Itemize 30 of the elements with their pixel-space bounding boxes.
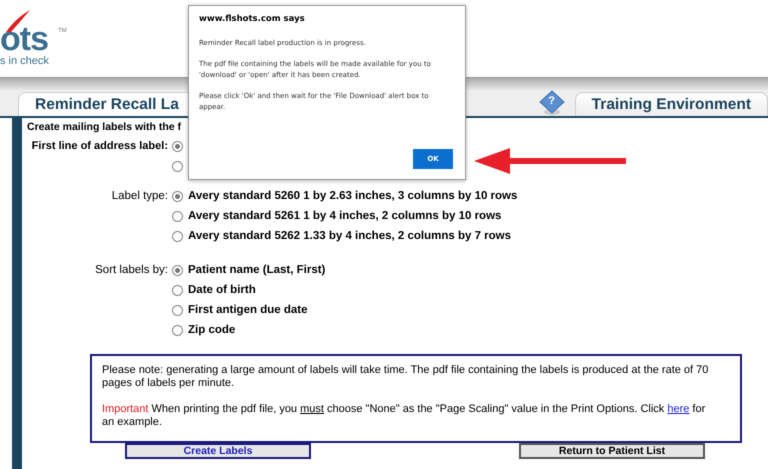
tab[interactable]: Training Environment <box>574 92 768 116</box>
option-label[interactable]: Avery standard 5261 1 by 4 inches, 2 columns by 10 rows <box>188 210 502 222</box>
note-text: Please note: generating a large amount of labels will take time. The pdf file containing the labels is produced at the rate of 70 pages of labels per minute. <box>102 364 710 390</box>
dialog-title: www.flshots.com says <box>199 14 306 24</box>
radio-button[interactable] <box>172 140 183 152</box>
logo-tagline: s in check <box>0 56 49 67</box>
radio-button[interactable] <box>172 210 183 222</box>
field-label: Label type: <box>110 189 169 204</box>
radio-button[interactable] <box>172 230 183 242</box>
option-label[interactable]: Date of birth <box>188 284 256 296</box>
radio-button[interactable] <box>172 324 183 336</box>
option-label[interactable]: Patient name (Last, First) <box>188 264 326 276</box>
radio-button[interactable] <box>172 284 183 296</box>
intro-text: Create mailing labels with the f <box>27 121 182 133</box>
radio-button[interactable] <box>172 160 183 172</box>
create-labels-button[interactable]: Create Labels <box>125 443 311 459</box>
option-label[interactable]: Zip code <box>188 324 236 336</box>
radio-button[interactable] <box>172 190 183 202</box>
option-label[interactable]: Avery standard 5262 1.33 by 4 inches, 2 columns by 7 rows <box>188 230 511 242</box>
logo-wordmark: ots <box>0 22 48 56</box>
arrow-icon <box>474 148 626 174</box>
here-link[interactable]: here <box>667 403 690 415</box>
radio-button[interactable] <box>172 264 183 276</box>
field-label: Sort labels by: <box>94 263 169 278</box>
important-text: Important When printing the pdf file, you must choose "None" as the "Page Scaling" value in the Print Options. Click here for an example. <box>102 403 706 429</box>
option-label[interactable]: Avery standard 5260 1 by 2.63 inches, 3 columns by 10 rows <box>188 190 518 202</box>
radio-button[interactable] <box>172 304 183 316</box>
option-label[interactable]: First antigen due date <box>188 304 308 316</box>
field-label: First line of address label: <box>30 139 169 154</box>
return-button[interactable]: Return to Patient List <box>519 443 705 459</box>
